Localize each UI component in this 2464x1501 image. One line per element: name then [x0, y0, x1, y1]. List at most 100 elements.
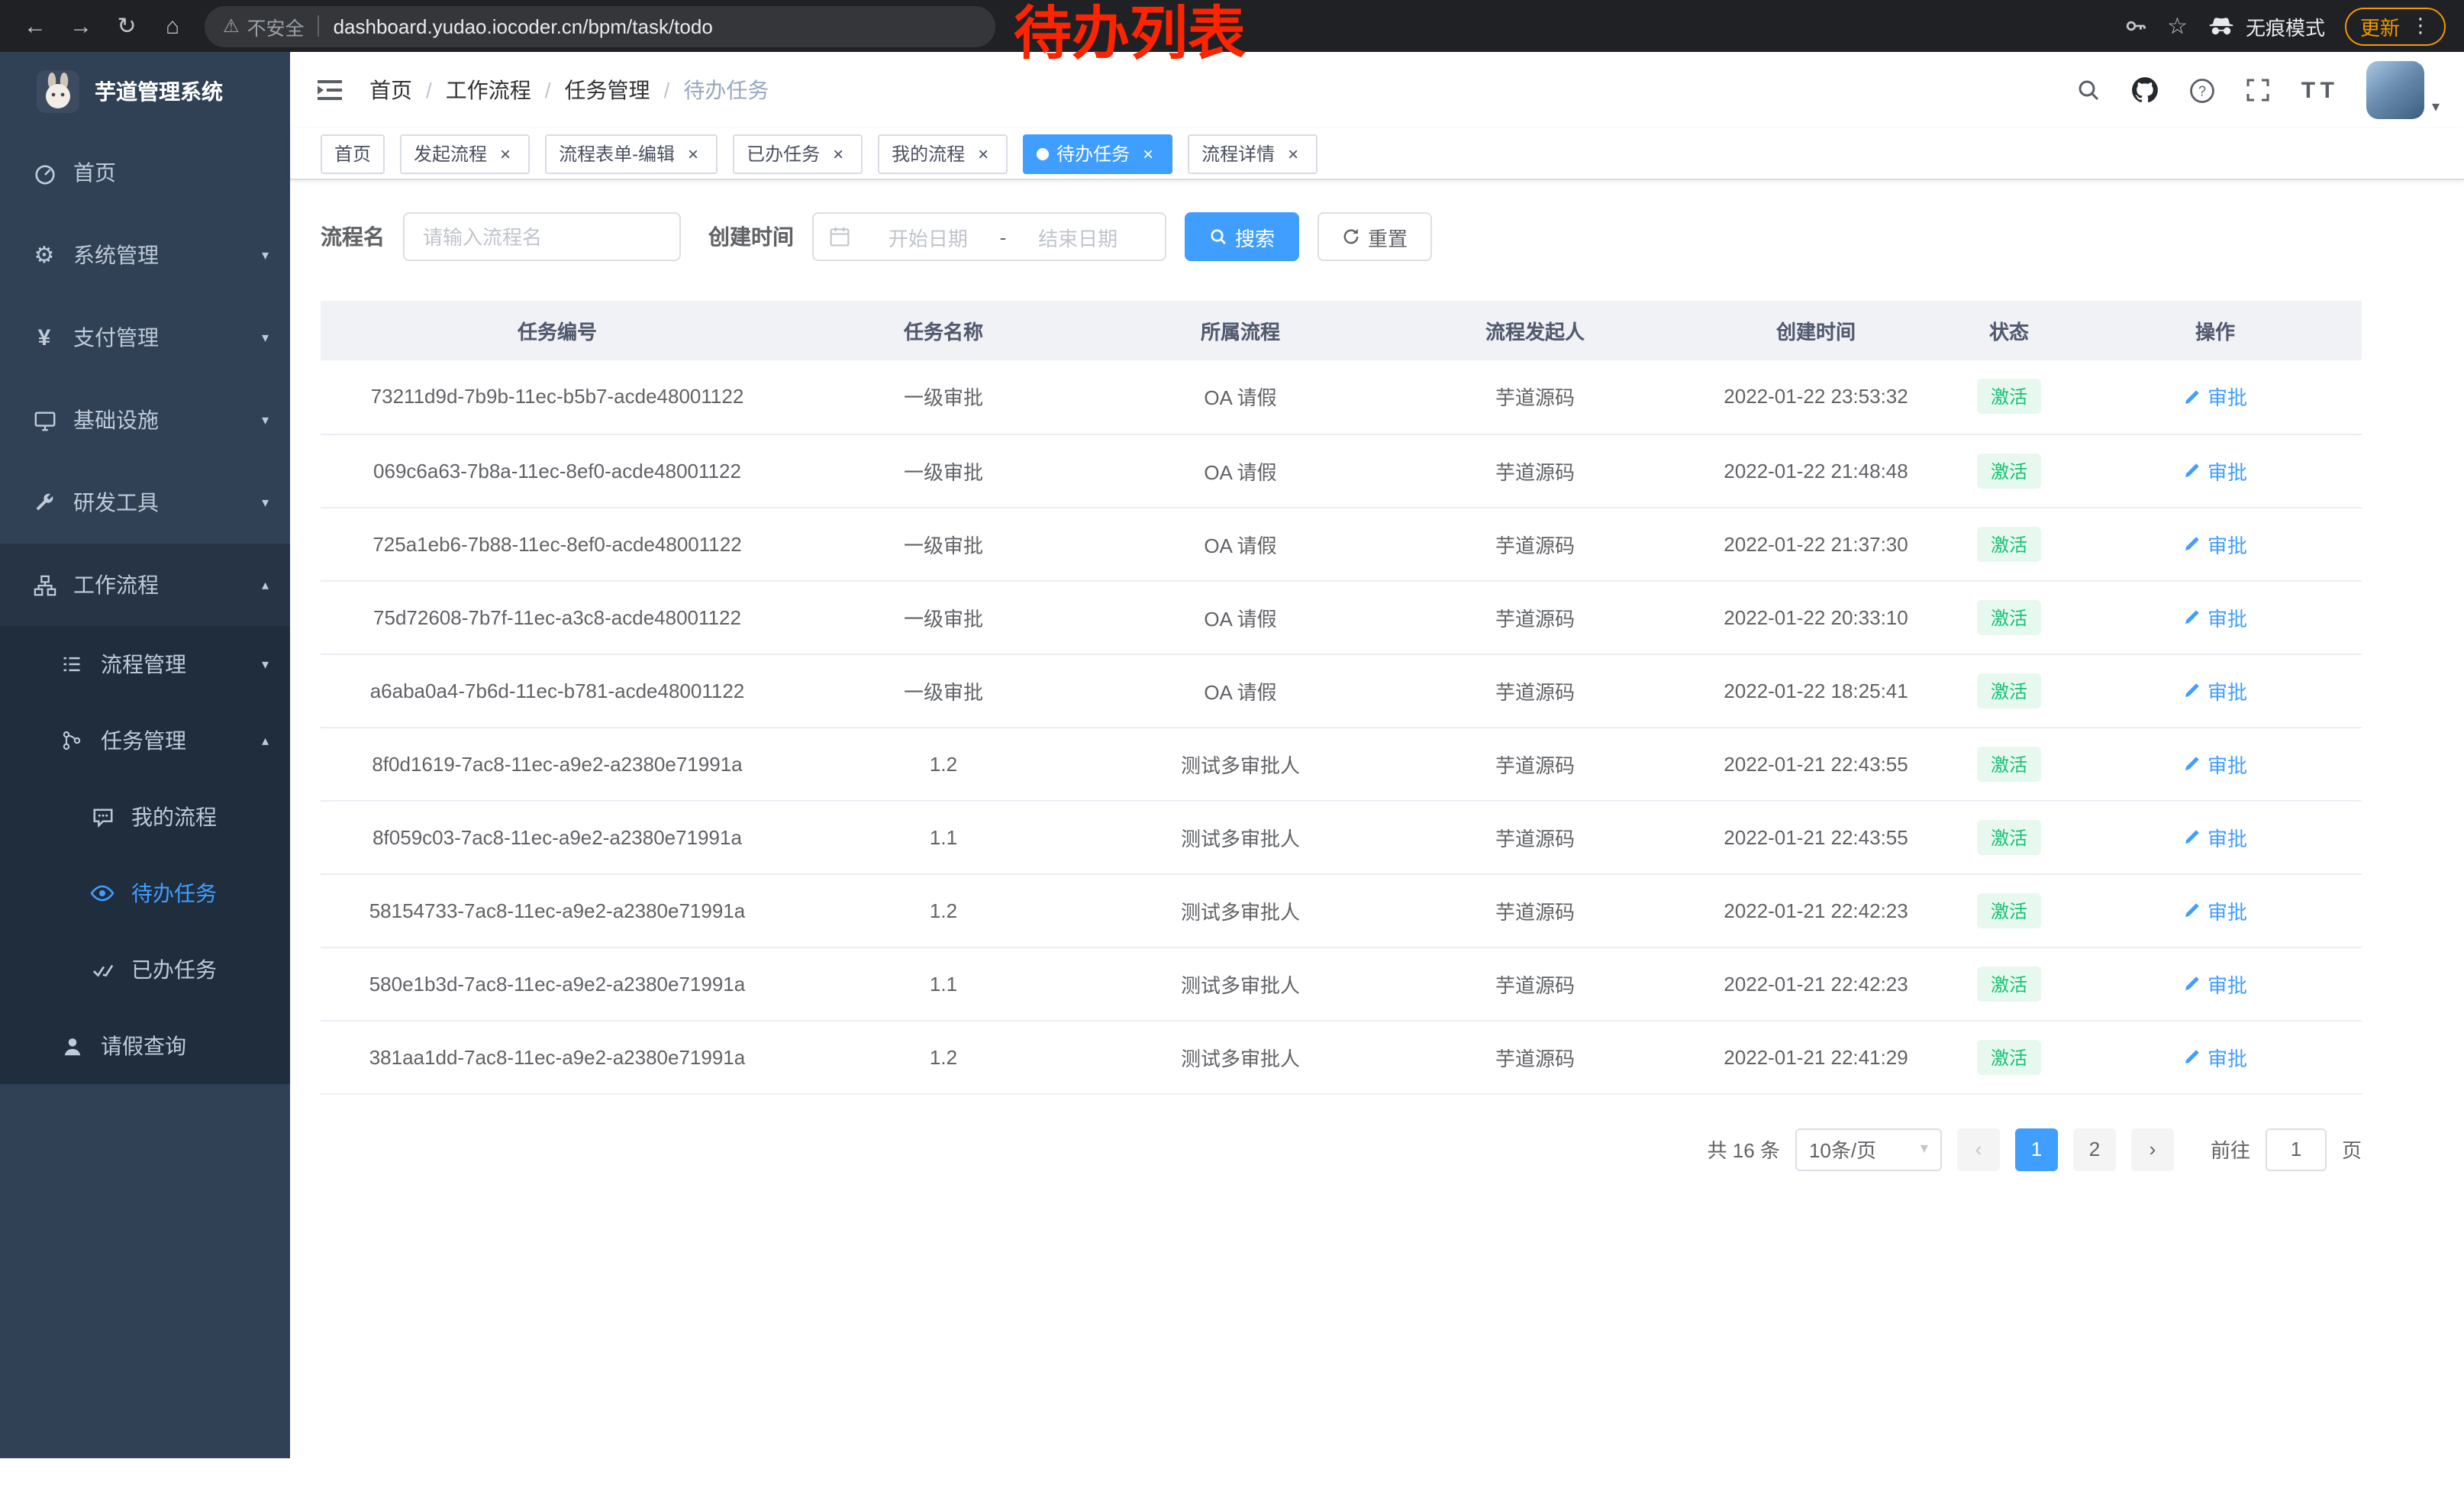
breadcrumb-workflow[interactable]: 工作流程 [446, 75, 531, 105]
cell-process: OA 请假 [1093, 360, 1388, 434]
annotation-overlay-text: 待办列表 [1014, 5, 1246, 69]
cell-create-time: 2022-01-22 21:37:30 [1682, 507, 1950, 580]
url-bar[interactable]: ⚠ 不安全 dashboard.yudao.iocoder.cn/bpm/tas… [205, 5, 995, 47]
sidebar-item-done-tasks[interactable]: 已办任务 [0, 931, 290, 1008]
browser-update-menu[interactable]: 更新 ⋮ [2345, 7, 2446, 45]
cell-create-time: 2022-01-21 22:42:23 [1682, 873, 1950, 947]
sidebar-item-label: 任务管理 [101, 725, 186, 756]
cell-task-name: 1.1 [794, 800, 1093, 873]
sidebar-item-infrastructure[interactable]: 基础设施 ▾ [0, 379, 290, 461]
list-icon [58, 654, 85, 675]
browser-back-icon[interactable]: ← [12, 13, 58, 39]
approve-link[interactable]: 审批 [2183, 602, 2247, 631]
reset-button[interactable]: 重置 [1317, 212, 1432, 261]
search-icon[interactable] [2077, 78, 2101, 102]
page-size-select[interactable]: 10条/页 ▾ [1795, 1128, 1942, 1170]
tab-close-icon[interactable]: × [682, 143, 704, 164]
cell-task-id: 725a1eb6-7b88-11ec-8ef0-acde48001122 [321, 507, 794, 580]
github-icon[interactable] [2132, 76, 2159, 104]
tab-home[interactable]: 首页 [321, 134, 385, 173]
next-page-button[interactable]: › [2131, 1128, 2174, 1170]
sidebar-item-todo-tasks[interactable]: 待办任务 [0, 855, 290, 931]
edit-pencil-icon [2183, 534, 2201, 553]
sidebar-item-system[interactable]: ⚙ 系统管理 ▾ [0, 214, 290, 296]
approve-link[interactable]: 审批 [2183, 529, 2247, 558]
sidebar-item-process-management[interactable]: 流程管理 ▾ [0, 626, 290, 702]
approve-link[interactable]: 审批 [2183, 676, 2247, 705]
help-icon[interactable]: ? [2190, 77, 2216, 103]
sidebar-item-leave-query[interactable]: 请假查询 [0, 1008, 290, 1084]
page-button-2[interactable]: 2 [2073, 1128, 2116, 1170]
sidebar: 芋道管理系统 首页 ⚙ 系统管理 ▾ ¥ 支付管理 ▾ [0, 52, 290, 1458]
sidebar-item-my-process[interactable]: 我的流程 [0, 779, 290, 855]
edit-pencil-icon [2183, 974, 2201, 993]
app-logo[interactable]: 芋道管理系统 [0, 52, 290, 131]
sidebar-toggle-icon[interactable] [314, 78, 345, 102]
cell-process: 测试多审批人 [1093, 727, 1388, 800]
approve-link[interactable]: 审批 [2183, 896, 2247, 925]
omnibox-divider [318, 15, 320, 37]
tab-close-icon[interactable]: × [972, 143, 994, 164]
browser-reload-icon[interactable]: ↻ [104, 12, 150, 40]
logo-title: 芋道管理系统 [95, 76, 223, 107]
tab-close-icon[interactable]: × [1282, 143, 1304, 164]
user-menu[interactable]: ▾ [2366, 61, 2440, 119]
tab-my-process[interactable]: 我的流程 × [878, 134, 1008, 173]
cell-starter: 芋道源码 [1388, 947, 1682, 1020]
password-key-icon[interactable] [2123, 14, 2147, 38]
top-navbar: 首页 / 工作流程 / 任务管理 / 待办任务 ? [290, 52, 2464, 128]
table-row: 725a1eb6-7b88-11ec-8ef0-acde48001122 一级审… [321, 507, 2362, 580]
font-size-icon[interactable]: T T [2301, 77, 2336, 103]
todo-table: 任务编号 任务名称 所属流程 流程发起人 创建时间 状态 操作 73211d9d… [290, 261, 2464, 1094]
sidebar-item-workflow[interactable]: 工作流程 ▴ [0, 544, 290, 626]
approve-link[interactable]: 审批 [2183, 1042, 2247, 1071]
bookmark-star-icon[interactable]: ☆ [2167, 12, 2188, 40]
tab-close-icon[interactable]: × [1137, 143, 1159, 164]
incognito-icon [2208, 15, 2235, 37]
chevron-down-icon: ▾ [262, 412, 269, 428]
search-button[interactable]: 搜索 [1185, 212, 1299, 261]
prev-page-button[interactable]: ‹ [1957, 1128, 2000, 1170]
cell-task-name: 1.2 [794, 1020, 1093, 1093]
page-button-1[interactable]: 1 [2015, 1128, 2058, 1170]
tab-process-detail[interactable]: 流程详情 × [1188, 134, 1317, 173]
tab-process-form-edit[interactable]: 流程表单-编辑 × [545, 134, 718, 173]
column-header-create-time: 创建时间 [1682, 301, 1950, 360]
approve-label: 审批 [2208, 1042, 2247, 1071]
browser-forward-icon[interactable]: → [58, 13, 104, 39]
cell-task-id: a6aba0a4-7b6d-11ec-b781-acde48001122 [321, 654, 794, 727]
cell-create-time: 2022-01-22 18:25:41 [1682, 654, 1950, 727]
browser-home-icon[interactable]: ⌂ [150, 13, 195, 39]
tab-close-icon[interactable]: × [495, 143, 516, 164]
tab-start-process[interactable]: 发起流程 × [400, 134, 530, 173]
sidebar-item-home[interactable]: 首页 [0, 131, 290, 214]
sidebar-item-payment[interactable]: ¥ 支付管理 ▾ [0, 296, 290, 379]
approve-link[interactable]: 审批 [2183, 383, 2247, 412]
browser-nav-buttons: ← → ↻ ⌂ [12, 12, 195, 40]
goto-page-input[interactable] [2266, 1128, 2327, 1170]
tab-todo-tasks[interactable]: 待办任务 × [1023, 134, 1172, 173]
approve-link[interactable]: 审批 [2183, 822, 2247, 851]
browser-menu-dots-icon[interactable]: ⋮ [2411, 14, 2430, 38]
person-icon [58, 1035, 85, 1057]
not-secure-icon: ⚠ [223, 15, 240, 37]
avatar[interactable] [2366, 61, 2424, 119]
sidebar-item-label: 已办任务 [131, 954, 217, 985]
tab-done-tasks[interactable]: 已办任务 × [733, 134, 863, 173]
sidebar-item-devtools[interactable]: 研发工具 ▾ [0, 461, 290, 544]
status-badge: 激活 [1977, 1039, 2041, 1074]
breadcrumb-task-management[interactable]: 任务管理 [565, 75, 650, 105]
cell-create-time: 2022-01-22 21:48:48 [1682, 434, 1950, 507]
date-range-picker[interactable]: 开始日期 - 结束日期 [812, 212, 1166, 261]
process-name-input[interactable] [403, 212, 681, 261]
fullscreen-icon[interactable] [2246, 78, 2271, 102]
filter-bar: 流程名 创建时间 开始日期 - 结束日期 搜索 [290, 180, 2464, 261]
edit-pencil-icon [2183, 388, 2201, 406]
approve-link[interactable]: 审批 [2183, 749, 2247, 778]
approve-link[interactable]: 审批 [2183, 456, 2247, 485]
caret-down-icon: ▾ [2432, 99, 2440, 119]
sidebar-item-task-management[interactable]: 任务管理 ▴ [0, 702, 290, 779]
tab-close-icon[interactable]: × [827, 143, 849, 164]
approve-link[interactable]: 审批 [2183, 969, 2247, 998]
breadcrumb-home[interactable]: 首页 [369, 75, 412, 105]
